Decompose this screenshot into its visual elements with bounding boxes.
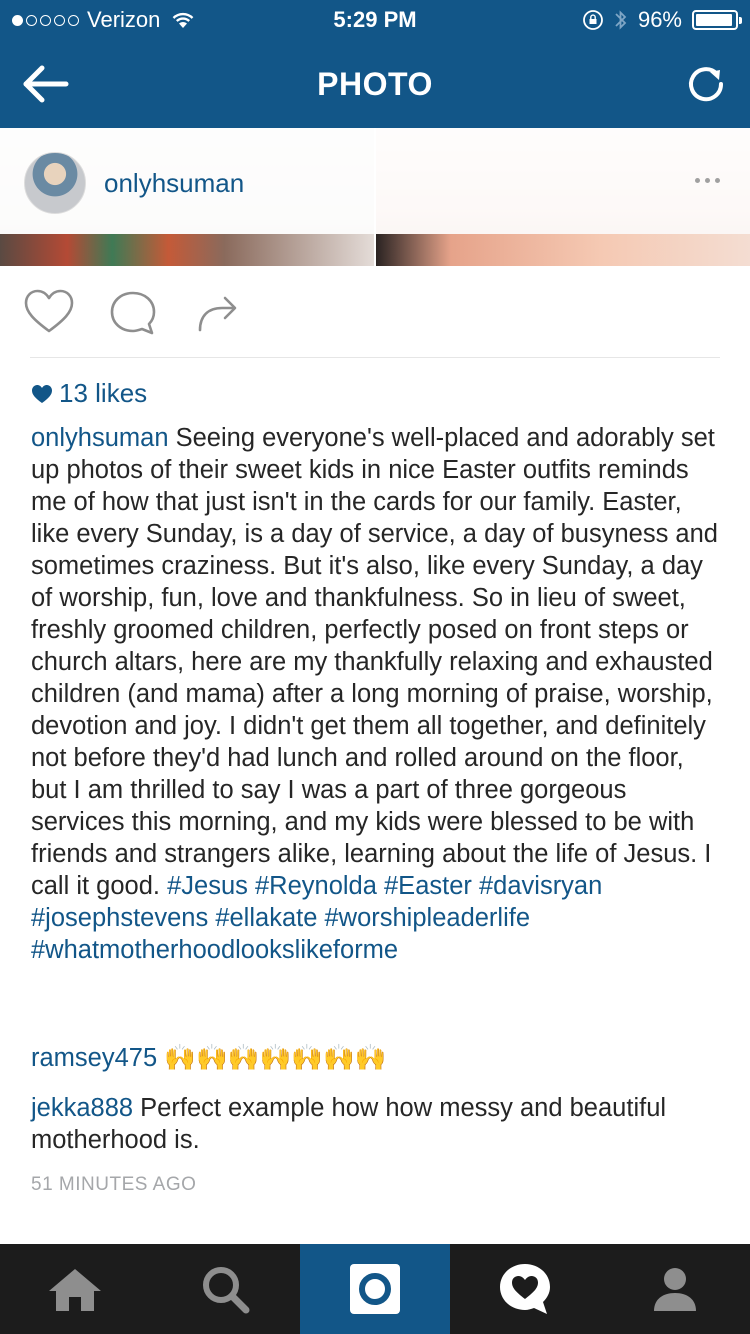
- caption-text: Seeing everyone's well-placed and adorab…: [31, 424, 718, 900]
- status-bar: Verizon 5:29 PM 96%: [0, 0, 750, 40]
- heart-icon[interactable]: [24, 288, 74, 338]
- tab-camera[interactable]: [300, 1244, 450, 1334]
- comment-username[interactable]: ramsey475: [31, 1044, 157, 1072]
- status-right: 96%: [582, 7, 742, 33]
- hashtag[interactable]: #worshipleaderlife: [324, 904, 530, 932]
- divider: [30, 357, 720, 358]
- page-title: PHOTO: [317, 66, 433, 102]
- tab-profile[interactable]: [600, 1244, 750, 1334]
- tab-activity[interactable]: [450, 1244, 600, 1334]
- hashtag[interactable]: #Reynolda: [255, 872, 377, 900]
- caption: onlyhsuman Seeing everyone's well-placed…: [31, 422, 721, 966]
- caption-username[interactable]: onlyhsuman: [31, 424, 169, 452]
- tab-bar: [0, 1244, 750, 1334]
- hashtag[interactable]: #Easter: [384, 872, 472, 900]
- hashtag[interactable]: #whatmotherhoodlookslikeforme: [31, 936, 398, 964]
- hashtag[interactable]: #davisryan: [479, 872, 602, 900]
- post-photo[interactable]: onlyhsuman: [0, 128, 750, 266]
- comment-username[interactable]: jekka888: [31, 1094, 133, 1122]
- post-username[interactable]: onlyhsuman: [104, 168, 244, 199]
- photo-right-detail: [376, 234, 750, 266]
- bluetooth-icon: [615, 10, 627, 30]
- tab-search[interactable]: [150, 1244, 300, 1334]
- comment: ramsey475 🙌🙌🙌🙌🙌🙌🙌: [31, 1042, 721, 1074]
- likes-label: 13 likes: [59, 378, 148, 408]
- refresh-icon[interactable]: [684, 62, 728, 106]
- hashtag[interactable]: #ellakate: [215, 904, 317, 932]
- photo-left-detail: [0, 234, 374, 266]
- camera-icon: [350, 1264, 400, 1314]
- comment: jekka888 Perfect example how how messy a…: [31, 1092, 721, 1156]
- more-icon[interactable]: [695, 178, 720, 183]
- activity-icon: [500, 1264, 550, 1314]
- search-icon: [203, 1267, 250, 1314]
- top-bar: Verizon 5:29 PM 96% PHOTO: [0, 0, 750, 128]
- hashtag[interactable]: #Jesus: [167, 872, 248, 900]
- heart-filled-icon: [32, 384, 52, 403]
- likes-count[interactable]: 13 likes: [31, 378, 147, 409]
- rotation-lock-icon: [583, 10, 603, 30]
- battery-icon: [692, 10, 742, 30]
- comment-icon[interactable]: [108, 288, 158, 338]
- home-icon: [49, 1269, 101, 1311]
- post-header: onlyhsuman: [0, 128, 750, 234]
- avatar[interactable]: [24, 152, 86, 214]
- share-icon[interactable]: [192, 288, 242, 338]
- profile-icon: [654, 1268, 696, 1311]
- tab-home[interactable]: [0, 1244, 150, 1334]
- comment-text: 🙌🙌🙌🙌🙌🙌🙌: [164, 1044, 387, 1072]
- hashtag[interactable]: #josephstevens: [31, 904, 208, 932]
- battery-fill: [696, 14, 733, 26]
- battery-percent: 96%: [637, 7, 682, 32]
- post-timestamp: 51 MINUTES AGO: [31, 1174, 197, 1195]
